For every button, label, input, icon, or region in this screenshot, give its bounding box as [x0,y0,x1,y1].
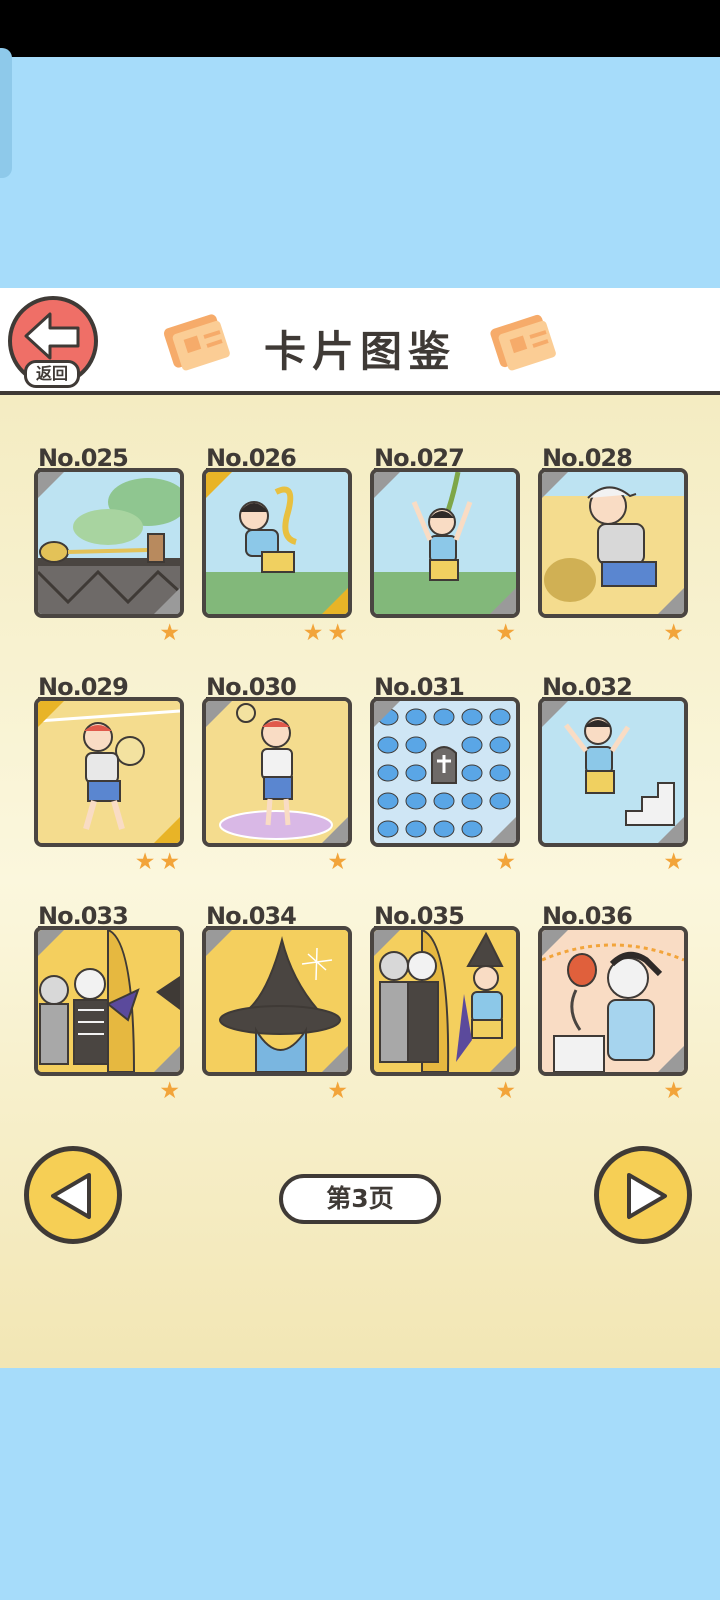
card-030[interactable]: No.030 ★ [202,673,352,881]
star-rating: ★ [495,620,520,646]
card-image [34,468,184,618]
prev-page-button[interactable] [24,1146,122,1244]
card-031[interactable]: No.031 ★ [370,673,520,881]
card-image [202,697,352,847]
back-label: 返回 [24,360,80,388]
triangle-right-icon [627,1173,667,1219]
star-rating: ★★ [302,620,352,646]
card-image [34,926,184,1076]
star-rating: ★ [663,620,688,646]
card-034[interactable]: No.034 ★ [202,902,352,1110]
card-image [538,468,688,618]
card-image [538,926,688,1076]
card-image [202,468,352,618]
card-032[interactable]: No.032 ★ [538,673,688,881]
page-title: 卡片图鉴 [263,327,456,376]
card-033[interactable]: No.033 ★ [34,902,184,1110]
card-image [370,926,520,1076]
star-rating: ★ [495,1078,520,1104]
star-rating: ★ [663,1078,688,1104]
card-026[interactable]: No.026 ★★ [202,444,352,652]
card-image [538,697,688,847]
edge-handle [0,48,12,178]
star-rating: ★ [327,1078,352,1104]
card-035[interactable]: No.035 ★ [370,902,520,1110]
status-bar [0,0,720,57]
star-rating: ★★ [134,849,184,875]
star-rating: ★ [159,620,184,646]
card-025[interactable]: No.025 ★ [34,444,184,652]
card-image [370,468,520,618]
star-rating: ★ [663,849,688,875]
card-icon-left [163,314,230,371]
back-button[interactable]: 返回 [6,296,104,394]
star-rating: ★ [495,849,520,875]
card-icon-right [490,314,556,371]
card-image [34,697,184,847]
card-036[interactable]: No.036 ★ [538,902,688,1110]
page-indicator: 第3页 [279,1174,441,1224]
card-027[interactable]: No.027 ★ [370,444,520,652]
card-image [202,926,352,1076]
card-029[interactable]: No.029 ★★ [34,673,184,881]
star-rating: ★ [327,849,352,875]
star-rating: ★ [159,1078,184,1104]
card-028[interactable]: No.028 ★ [538,444,688,652]
next-page-button[interactable] [594,1146,692,1244]
card-image [370,697,520,847]
triangle-left-icon [51,1173,91,1219]
